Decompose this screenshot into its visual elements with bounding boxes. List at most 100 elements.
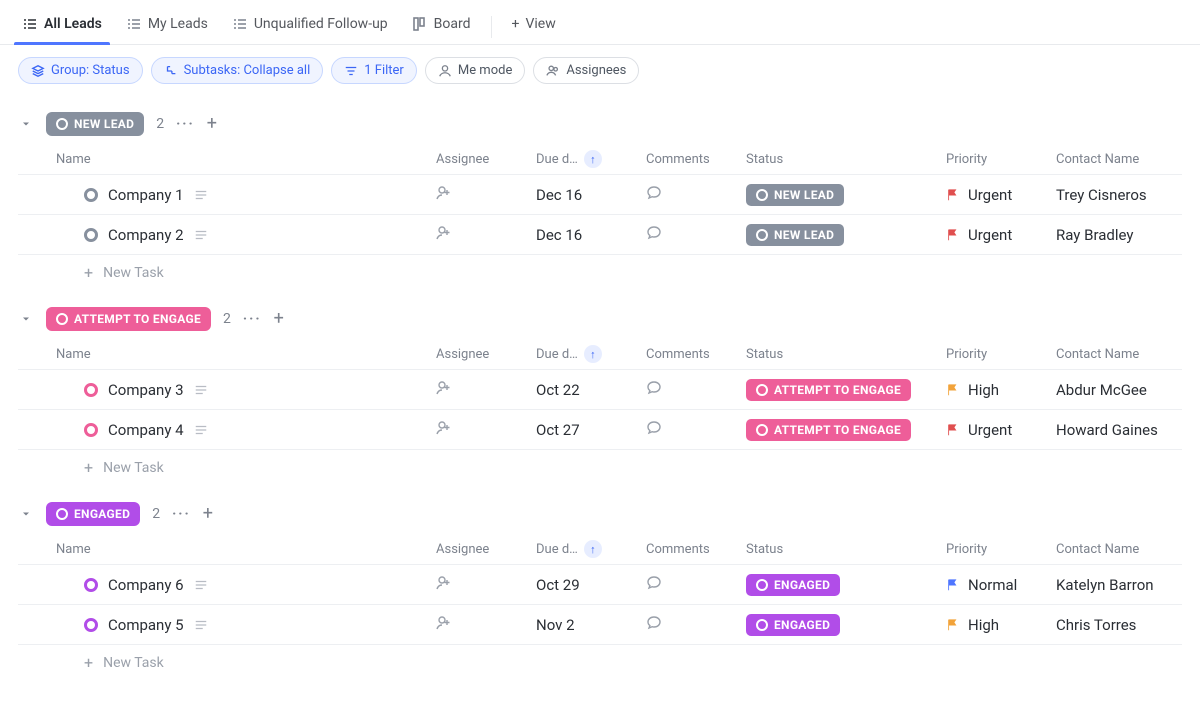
task-name[interactable]: Company 4 (108, 421, 184, 439)
col-status[interactable]: Status (746, 347, 946, 362)
chip-filter[interactable]: 1 Filter (331, 57, 417, 84)
expand-icon[interactable] (194, 578, 208, 592)
col-comments[interactable]: Comments (646, 152, 746, 167)
comments-cell[interactable] (646, 575, 746, 595)
add-assignee-icon[interactable] (436, 420, 452, 436)
assignee-cell[interactable] (436, 225, 536, 245)
col-due[interactable]: Due d… ↑ (536, 150, 646, 168)
chip-me-mode[interactable]: Me mode (425, 57, 526, 84)
status-cell[interactable]: NEW LEAD (746, 184, 946, 206)
comment-icon[interactable] (646, 615, 662, 631)
col-comments[interactable]: Comments (646, 347, 746, 362)
add-task-button[interactable]: + (203, 505, 213, 523)
assignee-cell[interactable] (436, 420, 536, 440)
due-date-cell[interactable]: Nov 2 (536, 616, 646, 634)
collapse-toggle[interactable] (18, 116, 34, 132)
chip-subtasks[interactable]: Subtasks: Collapse all (151, 57, 324, 84)
priority-cell[interactable]: Normal (946, 576, 1056, 594)
col-assignee[interactable]: Assignee (436, 542, 536, 557)
comments-cell[interactable] (646, 615, 746, 635)
expand-icon[interactable] (194, 383, 208, 397)
task-name[interactable]: Company 3 (108, 381, 184, 399)
col-priority[interactable]: Priority (946, 347, 1056, 362)
due-date-cell[interactable]: Dec 16 (536, 186, 646, 204)
status-pill[interactable]: ENGAGED (746, 614, 840, 636)
status-pill[interactable]: ATTEMPT TO ENGAGE (746, 419, 911, 441)
more-menu[interactable]: ··· (176, 116, 195, 132)
status-dot-icon[interactable] (84, 618, 98, 632)
sort-ascending-icon[interactable]: ↑ (584, 150, 602, 168)
contact-cell[interactable]: Howard Gaines (1056, 421, 1200, 439)
contact-cell[interactable]: Katelyn Barron (1056, 576, 1200, 594)
new-task-button[interactable]: + New Task (18, 645, 1182, 681)
comment-icon[interactable] (646, 225, 662, 241)
new-task-button[interactable]: + New Task (18, 450, 1182, 486)
col-assignee[interactable]: Assignee (436, 152, 536, 167)
due-date-cell[interactable]: Dec 16 (536, 226, 646, 244)
comments-cell[interactable] (646, 420, 746, 440)
col-contact[interactable]: Contact Name (1056, 347, 1200, 362)
tab-all-leads[interactable]: All Leads (18, 10, 106, 44)
add-assignee-icon[interactable] (436, 185, 452, 201)
collapse-toggle[interactable] (18, 311, 34, 327)
table-row[interactable]: Company 5 Nov 2 ENGAGED (18, 605, 1182, 645)
comment-icon[interactable] (646, 185, 662, 201)
chip-group[interactable]: Group: Status (18, 57, 143, 84)
comment-icon[interactable] (646, 420, 662, 436)
contact-cell[interactable]: Ray Bradley (1056, 226, 1200, 244)
expand-icon[interactable] (194, 228, 208, 242)
add-task-button[interactable]: + (207, 115, 217, 133)
status-badge[interactable]: ENGAGED (46, 502, 140, 526)
col-name[interactable]: Name (56, 542, 436, 557)
status-dot-icon[interactable] (84, 188, 98, 202)
task-name[interactable]: Company 2 (108, 226, 184, 244)
status-dot-icon[interactable] (84, 228, 98, 242)
task-name[interactable]: Company 1 (108, 186, 184, 204)
tab-unqualified[interactable]: Unqualified Follow-up (228, 10, 392, 44)
more-menu[interactable]: ··· (172, 506, 191, 522)
due-date-cell[interactable]: Oct 22 (536, 381, 646, 399)
status-badge[interactable]: NEW LEAD (46, 112, 144, 136)
due-date-cell[interactable]: Oct 27 (536, 421, 646, 439)
comments-cell[interactable] (646, 380, 746, 400)
col-assignee[interactable]: Assignee (436, 347, 536, 362)
table-row[interactable]: Company 1 Dec 16 NEW LEAD (18, 175, 1182, 215)
add-assignee-icon[interactable] (436, 225, 452, 241)
tab-board[interactable]: Board (408, 10, 475, 44)
assignee-cell[interactable] (436, 575, 536, 595)
assignee-cell[interactable] (436, 380, 536, 400)
contact-cell[interactable]: Trey Cisneros (1056, 186, 1200, 204)
sort-ascending-icon[interactable]: ↑ (584, 345, 602, 363)
status-dot-icon[interactable] (84, 578, 98, 592)
assignee-cell[interactable] (436, 185, 536, 205)
status-cell[interactable]: ENGAGED (746, 574, 946, 596)
col-comments[interactable]: Comments (646, 542, 746, 557)
add-assignee-icon[interactable] (436, 380, 452, 396)
col-status[interactable]: Status (746, 152, 946, 167)
add-assignee-icon[interactable] (436, 615, 452, 631)
comments-cell[interactable] (646, 185, 746, 205)
status-cell[interactable]: ENGAGED (746, 614, 946, 636)
table-row[interactable]: Company 4 Oct 27 ATTEMPT TO ENGAGE (18, 410, 1182, 450)
due-date-cell[interactable]: Oct 29 (536, 576, 646, 594)
priority-cell[interactable]: High (946, 616, 1056, 634)
chip-assignees[interactable]: Assignees (533, 57, 639, 84)
col-name[interactable]: Name (56, 152, 436, 167)
expand-icon[interactable] (194, 618, 208, 632)
table-row[interactable]: Company 3 Oct 22 ATTEMPT TO ENGAGE (18, 370, 1182, 410)
col-priority[interactable]: Priority (946, 152, 1056, 167)
status-pill[interactable]: ENGAGED (746, 574, 840, 596)
task-name[interactable]: Company 5 (108, 616, 184, 634)
priority-cell[interactable]: Urgent (946, 186, 1056, 204)
col-priority[interactable]: Priority (946, 542, 1056, 557)
status-cell[interactable]: ATTEMPT TO ENGAGE (746, 379, 946, 401)
table-row[interactable]: Company 6 Oct 29 ENGAGED (18, 565, 1182, 605)
priority-cell[interactable]: Urgent (946, 226, 1056, 244)
status-cell[interactable]: NEW LEAD (746, 224, 946, 246)
priority-cell[interactable]: High (946, 381, 1056, 399)
assignee-cell[interactable] (436, 615, 536, 635)
comment-icon[interactable] (646, 575, 662, 591)
table-row[interactable]: Company 2 Dec 16 NEW LEAD (18, 215, 1182, 255)
col-contact[interactable]: Contact Name (1056, 152, 1200, 167)
add-task-button[interactable]: + (274, 310, 284, 328)
